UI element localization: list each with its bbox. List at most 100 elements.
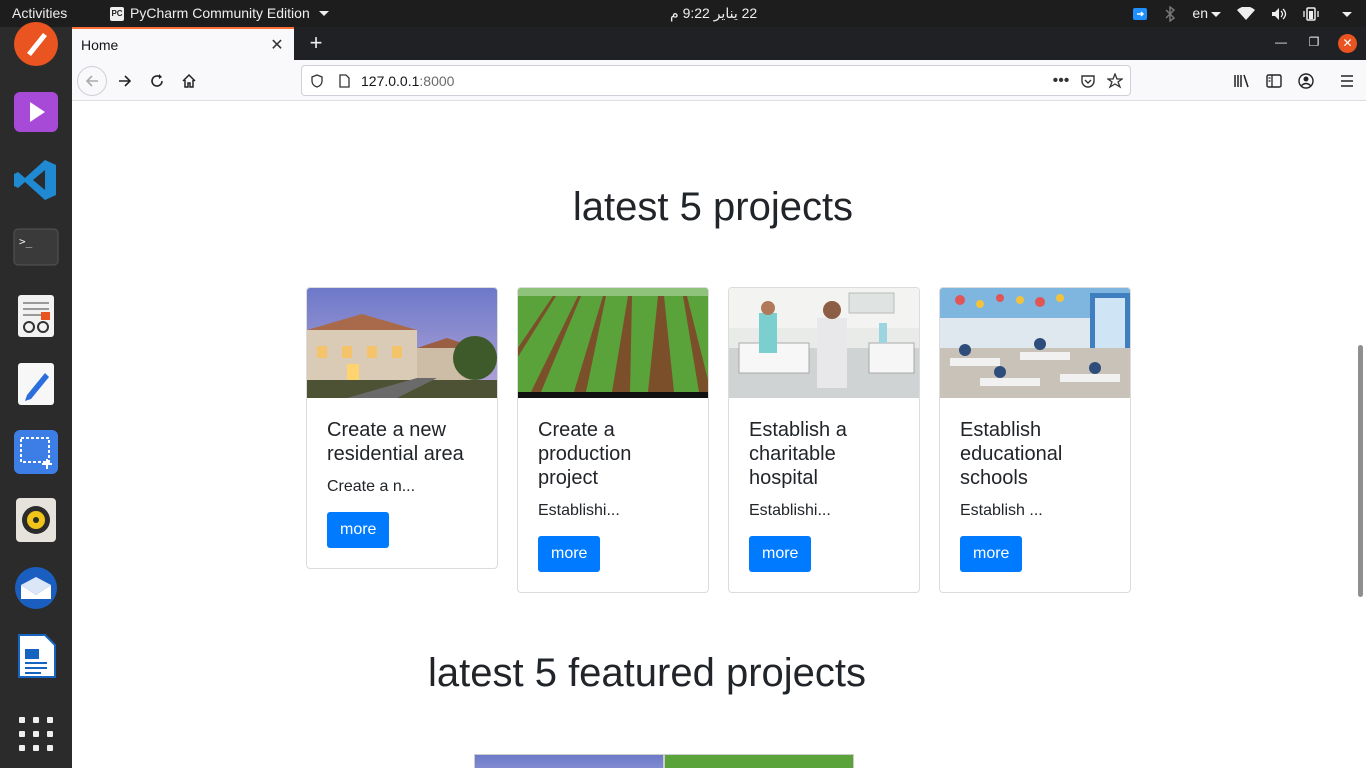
battery-icon[interactable] [1303,6,1323,21]
hospital-ward-image[interactable] [729,288,919,398]
dock-item-inkscape[interactable] [13,21,59,67]
app-menu-button[interactable] [1332,66,1362,96]
project-card: Create a new residential area Create a n… [306,287,498,569]
reload-button[interactable] [142,66,172,96]
clock[interactable]: 22 يناير 9:22 م [670,0,757,27]
scrollbar-thumb[interactable] [1358,345,1363,597]
new-tab-button[interactable]: + [304,30,328,56]
project-excerpt: Establish ... [960,502,1043,519]
featured-projects-heading: latest 5 featured projects [427,651,867,695]
library-button[interactable] [1227,66,1257,96]
system-tray[interactable]: en [1132,0,1352,27]
url-port: :8000 [419,73,455,89]
speaker-icon [16,498,56,542]
chevron-down-icon [1342,11,1352,17]
svg-text:>_: >_ [19,235,33,248]
featured-carousel-preview [474,754,854,768]
arrow-right-icon [119,75,132,87]
language-label: en [1192,5,1208,21]
document-viewer-icon [18,295,54,337]
farm-field-image[interactable] [518,288,708,398]
thunderbird-icon [15,567,57,609]
project-excerpt: Establishi... [749,502,831,519]
power-menu[interactable] [1339,0,1352,27]
more-button[interactable]: more [538,536,601,572]
classroom-image[interactable] [940,288,1130,398]
navigation-toolbar: 127.0.0.1:8000 ••• [72,60,1366,101]
dock-item-thunderbird[interactable] [13,565,59,611]
ubuntu-dock: >_ [0,22,72,768]
writer-icon [18,634,56,678]
vscode-icon [14,160,56,200]
volume-icon[interactable] [1271,7,1287,21]
sidebar-button[interactable] [1259,66,1289,96]
show-applications-button[interactable] [13,711,59,757]
project-card: Establish educational schools Establish … [939,287,1131,593]
forward-button[interactable] [110,66,140,96]
dock-item-vscode[interactable] [13,157,59,203]
back-button[interactable] [77,66,107,96]
pocket-icon[interactable] [1079,72,1097,90]
account-icon [1298,73,1314,89]
screen-share-icon[interactable] [1132,6,1148,22]
tab-close-icon[interactable]: ✕ [268,35,286,55]
page-scrollbar[interactable] [1354,101,1366,768]
system-top-bar: Activities PC PyCharm Community Edition … [0,0,1366,27]
url-text[interactable]: 127.0.0.1:8000 [361,73,454,89]
inkscape-icon [14,22,58,66]
dock-item-screenshot[interactable] [13,429,59,475]
featured-image-residential[interactable] [474,754,664,768]
dock-item-media-player[interactable] [13,89,59,135]
home-button[interactable] [174,66,204,96]
project-card: Establish a charitable hospital Establis… [728,287,920,593]
maximize-button[interactable]: ❐ [1305,35,1323,49]
app-menu[interactable]: PC PyCharm Community Edition [110,0,329,27]
text-editor-icon [18,363,54,405]
hamburger-icon [1341,75,1353,87]
page-icon[interactable] [335,72,353,90]
app-grid-icon [19,717,53,751]
project-title: Create a new residential area [327,419,464,465]
play-icon [14,92,58,132]
tab-title: Home [81,37,119,53]
app-menu-label: PyCharm Community Edition [130,5,310,21]
dock-item-rhythmbox[interactable] [13,497,59,543]
arrow-left-icon [85,75,98,87]
dock-item-terminal[interactable]: >_ [13,225,59,271]
minimize-button[interactable]: — [1272,35,1290,49]
project-title: Establish educational schools [960,419,1063,489]
latest-projects-heading: latest 5 projects [572,185,854,229]
project-title: Create a production project [538,419,632,489]
more-button[interactable]: more [960,536,1023,572]
chevron-down-icon [1211,11,1221,17]
dock-item-text-editor[interactable] [13,361,59,407]
window-close-button[interactable]: ✕ [1338,34,1357,53]
page-actions-icon[interactable]: ••• [1052,72,1070,90]
language-indicator[interactable]: en [1192,0,1221,27]
terminal-icon: >_ [13,228,59,266]
screenshot-icon [14,430,58,474]
bluetooth-icon[interactable] [1164,5,1176,22]
sidebar-icon [1266,74,1282,88]
library-icon [1234,74,1249,88]
shield-icon[interactable] [308,72,326,90]
residential-villas-image[interactable] [307,288,497,398]
more-button[interactable]: more [327,512,390,548]
reload-icon [151,74,163,87]
more-button[interactable]: more [749,536,812,572]
tab-strip: Home ✕ + — ❐ ✕ [72,27,1366,60]
project-card: Create a production project Establishi..… [517,287,709,593]
pycharm-icon: PC [110,6,124,21]
tab-home[interactable]: Home ✕ [72,27,294,60]
url-host: 127.0.0.1 [361,73,420,89]
home-icon [182,73,196,88]
dock-item-document-viewer[interactable] [13,293,59,339]
featured-image-farm[interactable] [664,754,854,768]
url-bar[interactable]: 127.0.0.1:8000 ••• [301,65,1131,96]
account-button[interactable] [1291,66,1321,96]
wifi-icon[interactable] [1237,6,1255,21]
bookmark-star-icon[interactable] [1106,72,1124,90]
project-excerpt: Establishi... [538,502,620,519]
project-title: Establish a charitable hospital [749,419,847,489]
dock-item-libreoffice-writer[interactable] [13,633,59,679]
